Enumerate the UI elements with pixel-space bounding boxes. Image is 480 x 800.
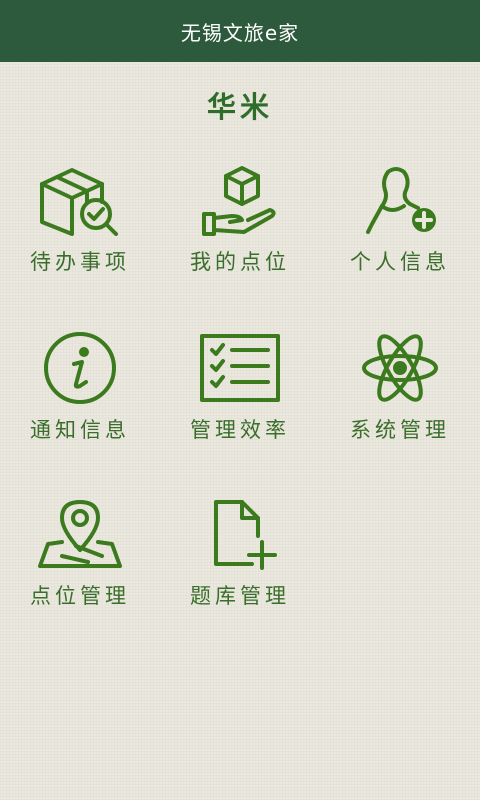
hand-package-icon (202, 166, 276, 236)
menu-tile-profile[interactable]: 个人信息 (320, 162, 480, 292)
menu-label: 点位管理 (30, 584, 130, 608)
menu-tile-todo[interactable]: 待办事项 (0, 162, 160, 292)
document-add-icon (214, 500, 277, 570)
menu-label: 系统管理 (350, 418, 450, 442)
menu-tile-point-management[interactable]: 点位管理 (0, 496, 160, 626)
app-bar: 无锡文旅e家 (0, 0, 480, 62)
menu-tile-question-bank[interactable]: 题库管理 (160, 496, 320, 626)
map-pin-icon (38, 500, 122, 568)
info-icon (44, 332, 116, 404)
person-add-icon (366, 167, 436, 234)
menu-label: 通知信息 (30, 418, 130, 442)
menu-label: 管理效率 (190, 418, 290, 442)
package-check-icon (40, 168, 118, 236)
checklist-icon (200, 334, 280, 402)
app-title: 无锡文旅e家 (180, 20, 300, 45)
menu-tile-system[interactable]: 系统管理 (320, 330, 480, 460)
menu-tile-efficiency[interactable]: 管理效率 (160, 330, 320, 460)
menu-tile-my-points[interactable]: 我的点位 (160, 162, 320, 292)
menu-label: 题库管理 (190, 584, 290, 608)
menu-label: 个人信息 (350, 250, 450, 274)
menu-label: 待办事项 (30, 250, 130, 274)
menu-tile-notifications[interactable]: 通知信息 (0, 330, 160, 460)
menu-label: 我的点位 (190, 250, 290, 274)
atom-icon (362, 334, 438, 402)
page-title: 华米 (206, 90, 273, 124)
